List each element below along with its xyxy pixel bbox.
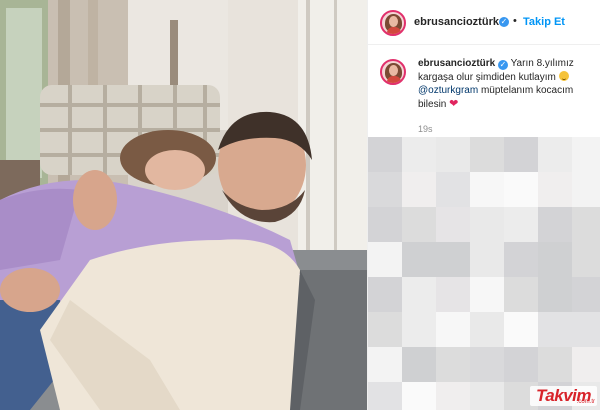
mosaic-tile <box>436 382 470 410</box>
mosaic-tile <box>572 312 600 347</box>
mosaic-tile <box>436 137 470 172</box>
mosaic-tile <box>538 172 572 207</box>
mosaic-tile <box>470 347 504 382</box>
mosaic-tile <box>402 312 436 347</box>
mosaic-tile <box>538 277 572 312</box>
mosaic-tile <box>538 347 572 382</box>
mosaic-tile <box>470 172 504 207</box>
mosaic-tile <box>504 312 538 347</box>
caption-avatar[interactable] <box>380 59 406 85</box>
caption-mention[interactable]: @ozturkgram <box>418 85 478 96</box>
mosaic-tile <box>368 312 402 347</box>
mosaic-tile <box>368 207 402 242</box>
mosaic-tile <box>402 277 436 312</box>
watermark-suffix: .com.tr <box>576 399 595 405</box>
post-time: 19s <box>418 124 433 134</box>
mosaic-tile <box>402 382 436 410</box>
post-side-panel: ebrusancioztürk ✓ • Takip Et ebrusancioz… <box>367 0 600 410</box>
mosaic-tile <box>470 312 504 347</box>
mosaic-tile <box>402 242 436 277</box>
header-separator: • <box>513 15 517 27</box>
mosaic-tile <box>436 312 470 347</box>
mosaic-tile <box>402 347 436 382</box>
mosaic-tile <box>368 277 402 312</box>
mosaic-tile <box>538 137 572 172</box>
mosaic-tile <box>436 207 470 242</box>
mosaic-tile <box>368 172 402 207</box>
mosaic-tile <box>368 242 402 277</box>
mosaic-tile <box>504 137 538 172</box>
follow-button[interactable]: Takip Et <box>523 16 565 28</box>
mosaic-tile <box>572 137 600 172</box>
mosaic-tile <box>538 207 572 242</box>
blurred-comments-area <box>368 137 600 410</box>
takvim-watermark: Takvim .com.tr <box>530 386 597 406</box>
mosaic-tile <box>402 137 436 172</box>
mosaic-tile <box>436 277 470 312</box>
mosaic-tile <box>572 242 600 277</box>
mosaic-tile <box>470 207 504 242</box>
post-caption: ebrusancioztürk ✓ Yarın 8.yılımız kargaş… <box>418 57 593 111</box>
mosaic-tile <box>436 172 470 207</box>
mosaic-tile <box>504 242 538 277</box>
post-photo <box>0 0 367 410</box>
mosaic-tile <box>368 137 402 172</box>
caption-username[interactable]: ebrusancioztürk <box>418 58 495 69</box>
mosaic-tile <box>504 172 538 207</box>
header-username[interactable]: ebrusancioztürk <box>414 16 499 28</box>
mosaic-tile <box>470 382 504 410</box>
mosaic-tile <box>504 347 538 382</box>
mosaic-tile <box>368 347 402 382</box>
verified-badge-icon: ✓ <box>499 17 509 27</box>
mosaic-tile <box>572 207 600 242</box>
smile-emoji-icon <box>558 70 569 81</box>
mosaic-tile <box>504 207 538 242</box>
mosaic-tile <box>436 242 470 277</box>
mosaic-tile <box>402 207 436 242</box>
mosaic-tile <box>572 172 600 207</box>
mosaic-tile <box>402 172 436 207</box>
mosaic-tile <box>470 137 504 172</box>
profile-avatar[interactable] <box>380 10 406 36</box>
mosaic-tile <box>470 242 504 277</box>
mosaic-tile <box>368 382 402 410</box>
mosaic-tile <box>572 347 600 382</box>
verified-badge-icon: ✓ <box>498 60 509 70</box>
mosaic-tile <box>436 347 470 382</box>
mosaic-tile <box>572 277 600 312</box>
mosaic-tile <box>470 277 504 312</box>
couple-hugging-photo <box>0 0 367 410</box>
mosaic-tile <box>538 312 572 347</box>
instagram-post-screenshot: ebrusancioztürk ✓ • Takip Et ebrusancioz… <box>0 0 600 410</box>
mosaic-tile <box>504 277 538 312</box>
heart-emoji-icon: ❤ <box>449 97 459 110</box>
mosaic-tile <box>538 242 572 277</box>
post-header: ebrusancioztürk ✓ • Takip Et <box>368 0 600 45</box>
